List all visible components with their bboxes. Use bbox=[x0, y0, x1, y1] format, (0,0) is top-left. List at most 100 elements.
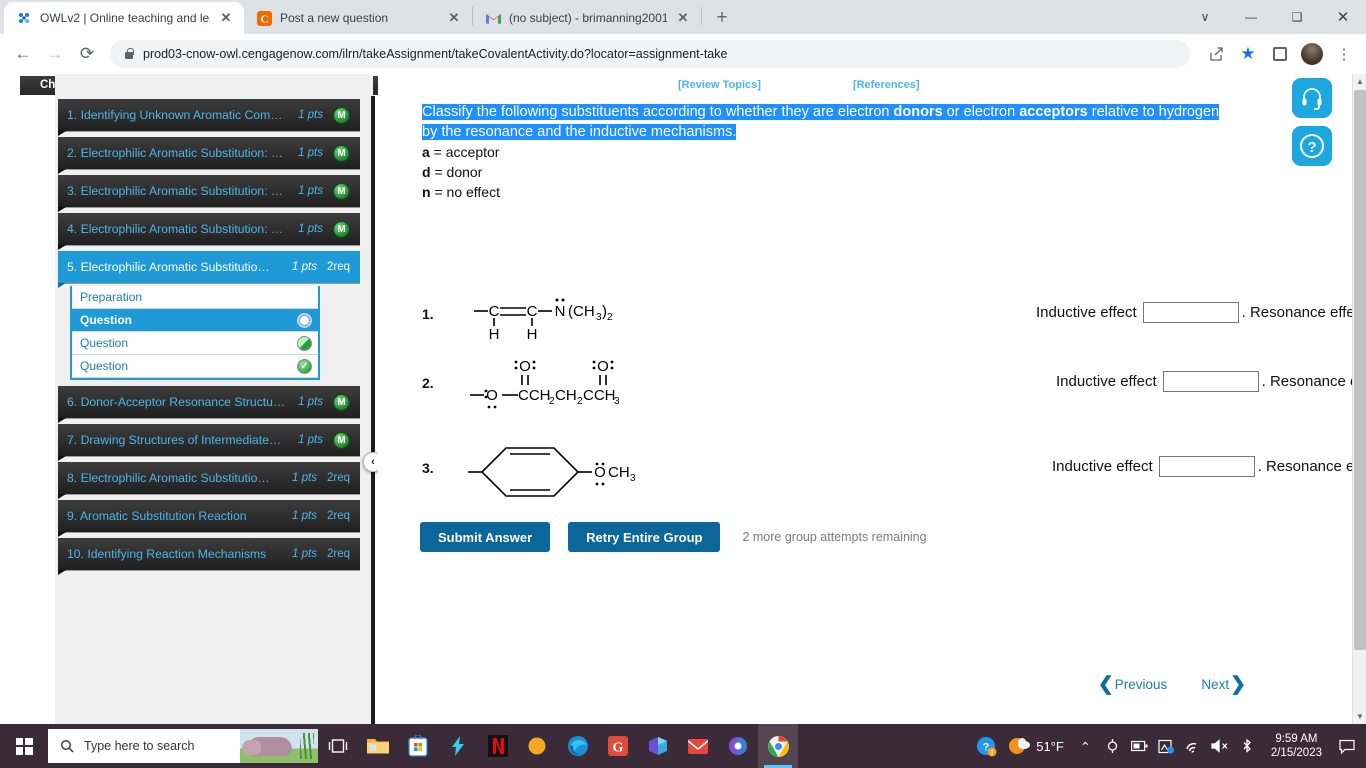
browser-tab-gmail[interactable]: (no subject) - brimanning2001@g ✕ bbox=[473, 2, 701, 34]
references-link[interactable]: [References] bbox=[853, 79, 920, 91]
start-button[interactable] bbox=[0, 724, 48, 768]
sidebar-item-2[interactable]: 2. Electrophilic Aromatic Substitution: … bbox=[58, 137, 360, 169]
chevron-down-icon[interactable]: ∨ bbox=[1182, 0, 1228, 34]
browser-tab-owlv2[interactable]: OWLv2 | Online teaching and lear ✕ bbox=[4, 2, 244, 34]
subitem-question-2[interactable]: Question bbox=[72, 332, 318, 355]
task-view-icon[interactable] bbox=[318, 724, 358, 768]
address-bar[interactable]: prod03-cnow-owl.cengagenow.com/ilrn/take… bbox=[110, 40, 1190, 68]
svg-text:G: G bbox=[613, 741, 624, 756]
sidebar-item-3[interactable]: 3. Electrophilic Aromatic Substitution: … bbox=[58, 175, 360, 207]
inductive-effect-input-2[interactable] bbox=[1162, 371, 1259, 392]
teams-icon[interactable] bbox=[638, 724, 678, 768]
svg-text:O: O bbox=[519, 358, 531, 375]
share-icon[interactable] bbox=[1202, 40, 1230, 68]
sidepanel-icon[interactable] bbox=[1266, 40, 1294, 68]
meet-icon[interactable] bbox=[1099, 724, 1126, 768]
microsoft-store-icon[interactable] bbox=[398, 724, 438, 768]
scroll-up-arrow[interactable]: ▲ bbox=[1353, 74, 1366, 89]
battery-icon[interactable] bbox=[1126, 724, 1153, 768]
minimize-icon[interactable]: — bbox=[1228, 0, 1274, 34]
bookmark-star-icon[interactable]: ★ bbox=[1234, 40, 1262, 68]
close-icon[interactable]: ✕ bbox=[446, 10, 462, 26]
close-icon[interactable]: ✕ bbox=[218, 10, 234, 26]
floating-help-buttons: ? bbox=[1292, 78, 1332, 174]
inductive-effect-input-3[interactable] bbox=[1158, 456, 1255, 477]
subitem-question-1[interactable]: Question bbox=[72, 309, 318, 332]
help-question-button[interactable]: ? bbox=[1292, 126, 1332, 166]
owl-page: Chapter 16: Mastery 1. Identifying Unkno… bbox=[0, 74, 1366, 724]
profile-avatar[interactable] bbox=[1298, 40, 1326, 68]
inductive-effect-input-1[interactable] bbox=[1142, 302, 1239, 323]
review-topics-link[interactable]: [Review Topics] bbox=[678, 79, 761, 91]
gmail-icon bbox=[485, 10, 501, 26]
chevron-up-icon[interactable]: ⌃ bbox=[1072, 724, 1099, 768]
new-tab-button[interactable]: + bbox=[708, 4, 736, 32]
support-headset-button[interactable] bbox=[1292, 78, 1332, 118]
sidebar-item-7[interactable]: 7. Drawing Structures of Intermediate… 1… bbox=[58, 424, 360, 456]
subitem-preparation[interactable]: Preparation bbox=[72, 286, 318, 309]
svg-text:C: C bbox=[527, 303, 538, 320]
windows-logo-icon bbox=[15, 737, 33, 755]
legend-value: acceptor bbox=[445, 144, 500, 160]
scrollbar-thumb[interactable] bbox=[1354, 90, 1366, 650]
sidebar-item-4[interactable]: 4. Electrophilic Aromatic Substitution: … bbox=[58, 213, 360, 245]
submit-answer-button[interactable]: Submit Answer bbox=[420, 522, 551, 552]
nav-label: Donor-Acceptor Resonance Structu… bbox=[80, 395, 286, 409]
notifications-icon[interactable] bbox=[1332, 724, 1362, 768]
retry-entire-group-button[interactable]: Retry Entire Group bbox=[568, 522, 721, 552]
svg-text:2: 2 bbox=[607, 312, 613, 323]
sidebar-item-9[interactable]: 9. Aromatic Substitution Reaction 1 pts … bbox=[58, 500, 360, 532]
taskbar-clock[interactable]: 9:59 AM 2/15/2023 bbox=[1261, 732, 1332, 760]
nav-label: Electrophilic Aromatic Substitution: … bbox=[80, 146, 284, 160]
sidebar-item-6[interactable]: 6. Donor-Acceptor Resonance Structu… 1 p… bbox=[58, 386, 360, 418]
window-close-icon[interactable]: ✕ bbox=[1320, 0, 1366, 34]
edge-icon[interactable] bbox=[558, 724, 598, 768]
lightning-icon[interactable] bbox=[438, 724, 478, 768]
sidebar-item-10[interactable]: 10. Identifying Reaction Mechanisms 1 pt… bbox=[58, 538, 360, 570]
svg-text:!: ! bbox=[991, 750, 993, 757]
close-icon[interactable]: ✕ bbox=[675, 10, 691, 26]
action-buttons: Submit Answer Retry Entire Group 2 more … bbox=[420, 522, 927, 552]
chegg-icon: C bbox=[256, 10, 272, 26]
onedrive-icon[interactable] bbox=[1153, 724, 1180, 768]
subitem-question-3[interactable]: Question ✓ bbox=[72, 355, 318, 378]
maximize-icon[interactable]: ❑ bbox=[1274, 0, 1320, 34]
nav-points: 1 pts bbox=[298, 223, 323, 235]
weather-sun-icon[interactable] bbox=[518, 724, 558, 768]
gmail-icon[interactable] bbox=[678, 724, 718, 768]
url-text: prod03-cnow-owl.cengagenow.com/ilrn/take… bbox=[143, 47, 728, 61]
weather-widget[interactable]: 51°F bbox=[1000, 736, 1072, 756]
outlook-icon[interactable] bbox=[718, 724, 758, 768]
volume-mute-icon[interactable] bbox=[1207, 724, 1234, 768]
google-icon[interactable]: G bbox=[598, 724, 638, 768]
previous-button[interactable]: ❮ Previous bbox=[1098, 673, 1167, 696]
legend-row-d: d = donor bbox=[422, 162, 500, 182]
nav-required: 2req bbox=[326, 510, 350, 522]
back-icon[interactable]: ← bbox=[8, 39, 38, 69]
bluetooth-icon[interactable] bbox=[1234, 724, 1261, 768]
wifi-icon[interactable] bbox=[1180, 724, 1207, 768]
sidebar-item-5[interactable]: 5. Electrophilic Aromatic Substitutio… 1… bbox=[58, 251, 360, 283]
nav-number: 8. bbox=[67, 471, 78, 485]
sidebar-item-1[interactable]: 1. Identifying Unknown Aromatic Com… 1 p… bbox=[58, 99, 360, 131]
scroll-down-arrow[interactable]: ▼ bbox=[1353, 709, 1366, 724]
prompt-bold-acceptors: acceptors bbox=[1019, 104, 1088, 120]
tab-divider bbox=[701, 6, 702, 25]
chrome-menu-icon[interactable]: ⋮ bbox=[1330, 40, 1358, 68]
status-complete-icon: ✓ bbox=[297, 358, 312, 374]
page-scrollbar[interactable]: ▲ ▼ bbox=[1352, 74, 1366, 724]
taskbar-search[interactable]: Type here to search bbox=[48, 729, 318, 763]
sidebar-item-8[interactable]: 8. Electrophilic Aromatic Substitutio… 1… bbox=[58, 462, 360, 494]
svg-text:(CH: (CH bbox=[568, 303, 595, 320]
separator-period: . bbox=[1241, 304, 1246, 321]
windows-taskbar: Type here to search G ? ! 51°F ⌃ 9:59 AM… bbox=[0, 724, 1366, 768]
help-circle-icon[interactable]: ? ! bbox=[973, 724, 1000, 768]
netflix-icon[interactable] bbox=[478, 724, 518, 768]
reload-icon[interactable]: ⟳ bbox=[72, 39, 102, 69]
browser-tab-chegg[interactable]: C Post a new question ✕ bbox=[244, 2, 472, 34]
next-button[interactable]: Next ❯ bbox=[1201, 673, 1246, 696]
svg-text:C: C bbox=[260, 13, 268, 25]
forward-icon[interactable]: → bbox=[40, 39, 70, 69]
file-explorer-icon[interactable] bbox=[358, 724, 398, 768]
chrome-icon[interactable] bbox=[758, 724, 798, 768]
